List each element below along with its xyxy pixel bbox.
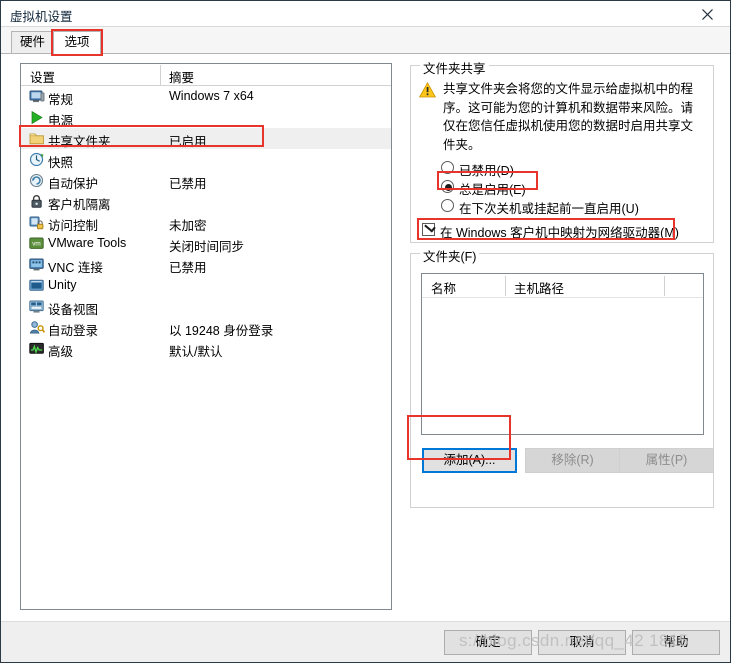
checkbox-icon xyxy=(422,223,435,236)
autoprotect-icon xyxy=(29,173,45,188)
title-bar: 虚拟机设置 xyxy=(1,1,730,27)
folder-icon xyxy=(29,131,45,146)
settings-list-header: 设置 摘要 xyxy=(21,64,391,86)
settings-list-row-label: 自动保护 xyxy=(48,177,99,191)
settings-list-row[interactable]: 自动登录 以 19248 身份登录 xyxy=(21,317,391,338)
settings-list-row-label: 自动登录 xyxy=(48,324,99,338)
footer-bar: 确定 取消 帮助 xyxy=(1,621,730,662)
settings-list-row[interactable]: 常规 Windows 7 x64 xyxy=(21,86,391,107)
folders-group: 文件夹(F) 名称 主机路径 添加(A)... 移除(R) 属性(P) xyxy=(410,246,714,508)
auto-login-icon xyxy=(29,320,46,335)
checkbox-label: 在 Windows 客户机中映射为网络驱动器(M) xyxy=(440,226,679,240)
add-folder-button[interactable]: 添加(A)... xyxy=(422,448,517,473)
settings-list[interactable]: 设置 摘要 常规 Windows 7 x64 电源 共享文件夹 已启用 快照 自动保护 已禁用… xyxy=(20,63,392,610)
vmware-tools-icon: vm xyxy=(29,236,45,251)
settings-list-row[interactable]: Unity xyxy=(21,275,391,296)
snapshot-icon xyxy=(29,152,45,167)
settings-list-row-label: 设备视图 xyxy=(48,303,99,317)
tab-hardware[interactable]: 硬件 xyxy=(11,31,54,54)
radio-circle-icon xyxy=(441,199,454,212)
access-control-icon xyxy=(29,215,45,230)
radio-label: 在下次关机或挂起前一直启用(U) xyxy=(459,202,639,216)
column-header-summary: 摘要 xyxy=(169,71,195,85)
settings-list-row-summary: 默认/默认 xyxy=(169,345,223,359)
column-divider xyxy=(664,276,665,296)
folder-sharing-title: 文件夹共享 xyxy=(420,58,489,77)
settings-list-row[interactable]: 客户机隔离 xyxy=(21,191,391,212)
settings-list-row-summary: 已禁用 xyxy=(169,177,207,191)
tab-options[interactable]: 选项 xyxy=(53,31,101,55)
options-panel: 文件夹共享 共享文件夹会将您的文件显示给虚拟机中的程序。这可能为您的计算机和数据… xyxy=(406,54,716,622)
column-header-name: 名称 xyxy=(431,282,457,296)
settings-list-row[interactable]: 访问控制 未加密 xyxy=(21,212,391,233)
close-icon[interactable] xyxy=(685,1,730,26)
vnc-icon xyxy=(29,257,45,272)
settings-list-row-summary: 未加密 xyxy=(169,219,207,233)
settings-list-row-summary: 已启用 xyxy=(169,135,207,149)
virtual-machine-settings-window: 虚拟机设置 硬件 选项 设置 摘要 常规 Windows 7 x64 电源 共享文件夹… xyxy=(0,0,731,663)
settings-list-rows: 常规 Windows 7 x64 电源 共享文件夹 已启用 快照 自动保护 已禁用 客户机隔离访… xyxy=(21,86,391,359)
header-underline xyxy=(422,297,703,298)
lock-icon xyxy=(29,194,45,209)
settings-list-row[interactable]: 高级 默认/默认 xyxy=(21,338,391,359)
column-header-setting: 设置 xyxy=(30,71,56,85)
settings-list-row-summary: 以 19248 身份登录 xyxy=(169,324,274,338)
settings-list-row-label: 常规 xyxy=(48,93,74,107)
settings-list-row[interactable]: 电源 xyxy=(21,107,391,128)
settings-list-row-summary: 已禁用 xyxy=(169,261,207,275)
unity-icon xyxy=(29,278,45,293)
settings-list-row-label: 高级 xyxy=(48,345,74,359)
folders-table-header: 名称 主机路径 xyxy=(422,274,703,298)
column-divider xyxy=(160,65,161,85)
settings-list-row-label: VNC 连接 xyxy=(48,261,103,275)
folders-table[interactable]: 名称 主机路径 xyxy=(421,273,704,435)
settings-list-row-label: VMware Tools xyxy=(48,236,127,250)
power-play-icon xyxy=(29,110,45,125)
monitor-icon xyxy=(29,89,45,104)
warning-icon xyxy=(418,81,437,98)
folder-sharing-group: 文件夹共享 共享文件夹会将您的文件显示给虚拟机中的程序。这可能为您的计算机和数据… xyxy=(410,58,714,243)
settings-list-row-label: 访问控制 xyxy=(48,219,99,233)
radio-circle-icon xyxy=(441,180,454,193)
settings-list-row[interactable]: 共享文件夹 已启用 xyxy=(21,128,391,149)
column-divider xyxy=(505,276,506,296)
page-title: 虚拟机设置 xyxy=(10,10,73,24)
settings-list-row-label: 快照 xyxy=(48,156,74,170)
ok-button[interactable]: 确定 xyxy=(444,630,532,655)
column-header-host-path: 主机路径 xyxy=(514,282,565,296)
settings-list-row[interactable]: VNC 连接 已禁用 xyxy=(21,254,391,275)
help-button[interactable]: 帮助 xyxy=(632,630,720,655)
settings-list-row[interactable]: 快照 xyxy=(21,149,391,170)
settings-list-row-label: 客户机隔离 xyxy=(48,198,111,212)
radio-label: 已禁用(D) xyxy=(459,164,514,178)
warning-text: 共享文件夹会将您的文件显示给虚拟机中的程序。这可能为您的计算机和数据带来风险。请… xyxy=(443,82,694,152)
folders-title: 文件夹(F) xyxy=(420,246,480,265)
radio-label: 总是启用(E) xyxy=(459,183,526,197)
settings-list-row[interactable]: 自动保护 已禁用 xyxy=(21,170,391,191)
settings-list-row-label: 共享文件夹 xyxy=(48,135,111,149)
advanced-icon xyxy=(29,341,45,356)
settings-list-row-summary: 关闭时间同步 xyxy=(169,240,245,254)
tab-strip: 硬件 选项 xyxy=(1,27,730,55)
settings-list-row[interactable]: vm VMware Tools 关闭时间同步 xyxy=(21,233,391,254)
cancel-button[interactable]: 取消 xyxy=(538,630,626,655)
settings-list-row-summary: Windows 7 x64 xyxy=(169,89,254,103)
settings-list-row[interactable]: 设备视图 xyxy=(21,296,391,317)
remove-folder-button: 移除(R) xyxy=(525,448,620,473)
radio-circle-icon xyxy=(441,161,454,174)
svg-text:vm: vm xyxy=(32,241,41,248)
content-area: 设置 摘要 常规 Windows 7 x64 电源 共享文件夹 已启用 快照 自动保护 已禁用… xyxy=(1,53,730,621)
settings-list-row-label: 电源 xyxy=(48,114,74,128)
settings-list-row-label: Unity xyxy=(48,278,77,292)
folder-properties-button: 属性(P) xyxy=(619,448,714,473)
device-view-icon xyxy=(29,299,45,314)
